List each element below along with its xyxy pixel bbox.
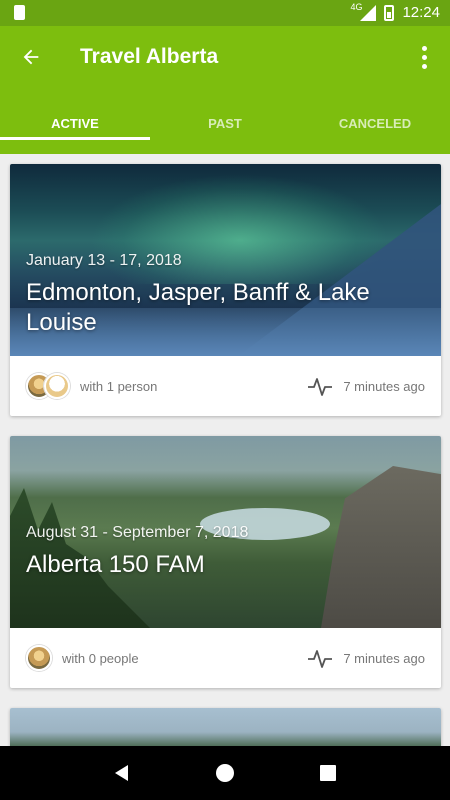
back-button[interactable] xyxy=(14,40,48,74)
trip-dates: August 31 - September 7, 2018 xyxy=(26,524,249,541)
notification-icon xyxy=(14,5,25,20)
participants-count: with 1 person xyxy=(80,378,158,394)
nav-back-button[interactable] xyxy=(102,753,142,793)
trip-footer: with 1 person 7 minutes ago xyxy=(10,356,441,416)
nav-back-icon xyxy=(114,765,128,781)
back-arrow-icon xyxy=(23,49,39,65)
nav-recents-button[interactable] xyxy=(308,753,348,793)
last-activity: 7 minutes ago xyxy=(307,375,425,397)
participants-count: with 0 people xyxy=(62,650,139,666)
nav-home-button[interactable] xyxy=(205,753,245,793)
nav-recents-icon xyxy=(320,765,337,781)
participant-avatars xyxy=(26,645,52,671)
last-activity: 7 minutes ago xyxy=(307,647,425,669)
overflow-menu-button[interactable] xyxy=(412,42,436,72)
trip-image xyxy=(10,708,441,746)
trip-image: August 31 - September 7, 2018 Alberta 15… xyxy=(10,436,441,628)
app-bar: Travel Alberta ACTIVE PAST CANCELED xyxy=(0,26,450,154)
status-time: 12:24 xyxy=(402,4,440,21)
trip-image: January 13 - 17, 2018 Edmonton, Jasper, … xyxy=(10,164,441,356)
last-updated: 7 minutes ago xyxy=(343,650,425,666)
trip-dates: January 13 - 17, 2018 xyxy=(26,252,182,269)
tab-canceled[interactable]: CANCELED xyxy=(300,92,450,154)
trip-card[interactable]: August 31 - September 7, 2018 Alberta 15… xyxy=(10,436,441,688)
battery-icon xyxy=(384,4,395,21)
tab-bar: ACTIVE PAST CANCELED xyxy=(0,92,450,154)
nav-home-icon xyxy=(215,764,234,782)
page-title: Travel Alberta xyxy=(80,45,219,68)
avatar xyxy=(44,373,70,399)
trip-card[interactable]: January 13 - 17, 2018 Edmonton, Jasper, … xyxy=(10,164,441,416)
activity-pulse-icon xyxy=(308,650,333,668)
tab-active[interactable]: ACTIVE xyxy=(0,92,150,154)
tab-past[interactable]: PAST xyxy=(150,92,300,154)
participant-avatars xyxy=(26,373,70,399)
last-updated: 7 minutes ago xyxy=(343,378,425,394)
trip-name: Alberta 150 FAM xyxy=(26,551,205,578)
signal-icon: 4G xyxy=(350,2,377,21)
trip-name: Edmonton, Jasper, Banff & Lake Louise xyxy=(26,279,370,336)
status-bar: 4G 12:24 xyxy=(0,0,450,26)
system-nav-bar xyxy=(0,746,450,800)
trip-footer: with 0 people 7 minutes ago xyxy=(10,628,441,688)
trip-card[interactable] xyxy=(10,708,441,746)
avatar xyxy=(26,645,52,671)
activity-pulse-icon xyxy=(308,378,333,396)
trip-list[interactable]: January 13 - 17, 2018 Edmonton, Jasper, … xyxy=(0,154,450,746)
